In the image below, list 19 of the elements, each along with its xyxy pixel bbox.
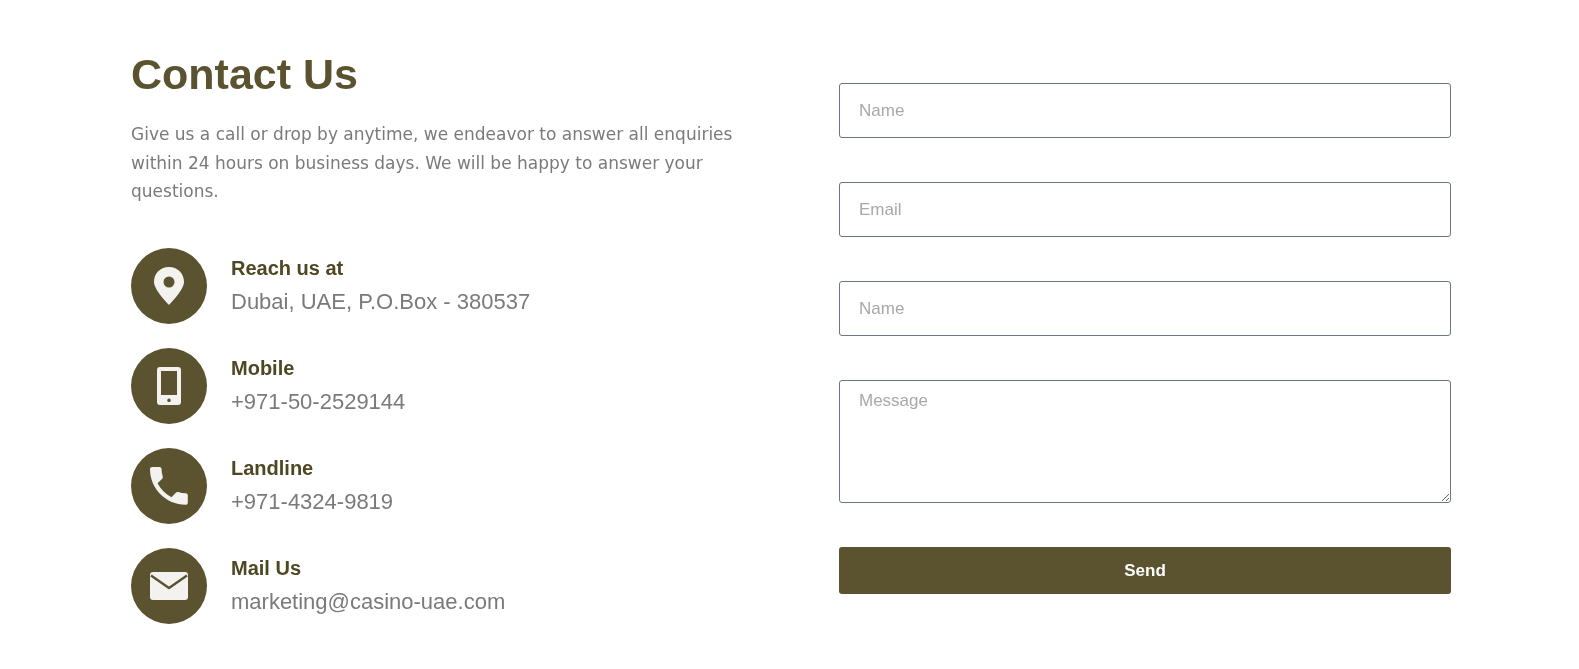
contact-label: Reach us at — [231, 256, 344, 281]
smartphone-icon — [131, 347, 207, 424]
contact-value: Dubai, UAE, P.O.Box - 380537 — [231, 288, 531, 316]
contact-label: Landline — [231, 456, 314, 481]
envelope-icon — [131, 547, 207, 624]
contact-value: +971-4324-9819 — [231, 488, 394, 516]
contact-label: Mail Us — [231, 556, 302, 581]
heading: Contact Us — [131, 49, 358, 100]
intro-paragraph: Give us a call or drop by anytime, we endeavor to answer all enquiries within 24 hours on business days. We will be happy to answer your questions. — [131, 123, 734, 203]
contact-value: +971-50-2529144 — [231, 388, 406, 416]
contact-label: Mobile — [231, 356, 295, 381]
contact-value: marketing@casino-uae.com — [231, 588, 506, 616]
send-button[interactable]: Send — [839, 547, 1451, 594]
input-field[interactable]: Name — [839, 281, 1451, 336]
location-pin-icon — [131, 247, 207, 324]
input-field[interactable]: Name — [839, 83, 1451, 138]
input-field[interactable]: Email — [839, 182, 1451, 237]
message-field[interactable]: Message — [839, 380, 1451, 503]
phone-handset-icon — [131, 447, 207, 524]
